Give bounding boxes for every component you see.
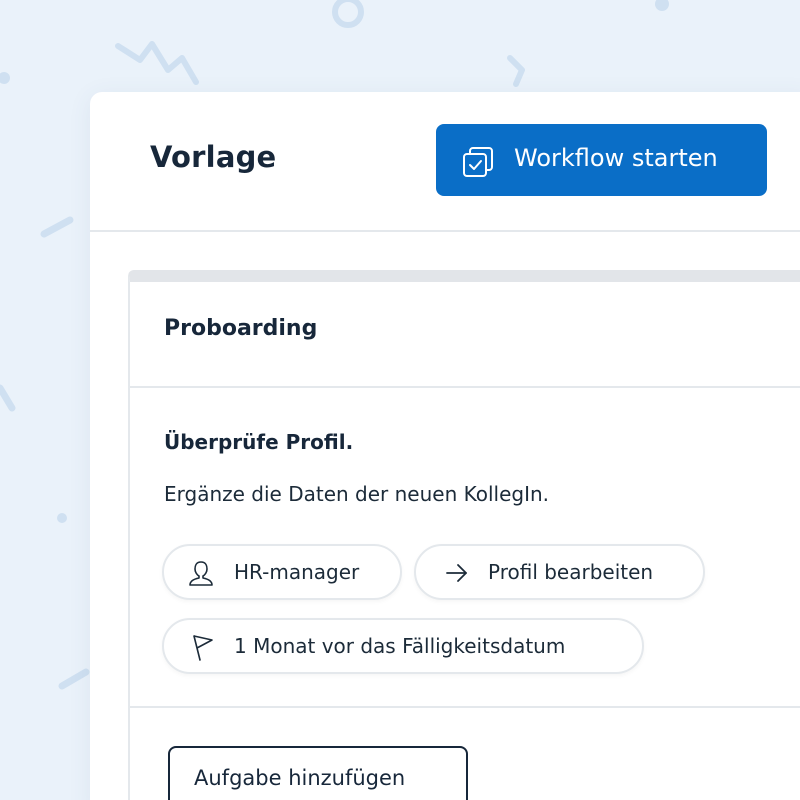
deco-circle: [332, 0, 364, 28]
assignee-label: HR-manager: [234, 560, 360, 584]
task-title: Überprüfe Profil.: [164, 430, 354, 454]
section-title: Proboarding: [164, 316, 318, 341]
page-title: Vorlage: [150, 140, 277, 174]
deco-zigzag: [507, 55, 525, 87]
panel-header: Vorlage Workflow starten: [90, 92, 800, 232]
section-divider: [130, 386, 800, 388]
add-task-label: Aufgabe hinzufügen: [194, 766, 406, 790]
task-divider: [130, 706, 800, 708]
deco-dash: [0, 384, 16, 412]
action-chip[interactable]: Profil bearbeiten: [414, 544, 705, 600]
due-date-chip[interactable]: 1 Monat vor das Fälligkeitsdatum: [162, 618, 644, 674]
deco-dash: [40, 216, 74, 238]
flag-icon: [193, 635, 213, 661]
assignee-chip[interactable]: HR-manager: [162, 544, 402, 600]
deco-dot: [0, 72, 10, 84]
template-panel: Vorlage Workflow starten Proboarding Übe…: [90, 92, 800, 800]
task-description: Ergänze die Daten der neuen KollegIn.: [164, 482, 550, 506]
deco-zigzag: [115, 41, 199, 85]
duplicate-check-icon: [463, 147, 493, 177]
deco-dash: [58, 668, 90, 690]
deco-dot: [655, 0, 669, 11]
person-icon: [189, 561, 213, 586]
deco-dot: [57, 513, 67, 523]
start-workflow-label: Workflow starten: [514, 144, 718, 172]
due-date-label: 1 Monat vor das Fälligkeitsdatum: [234, 634, 566, 658]
arrow-right-icon: [446, 564, 467, 582]
action-label: Profil bearbeiten: [488, 560, 654, 584]
add-task-button[interactable]: Aufgabe hinzufügen: [168, 746, 468, 800]
start-workflow-button[interactable]: Workflow starten: [436, 124, 767, 196]
workflow-card: Proboarding Überprüfe Profil. Ergänze di…: [128, 270, 800, 800]
